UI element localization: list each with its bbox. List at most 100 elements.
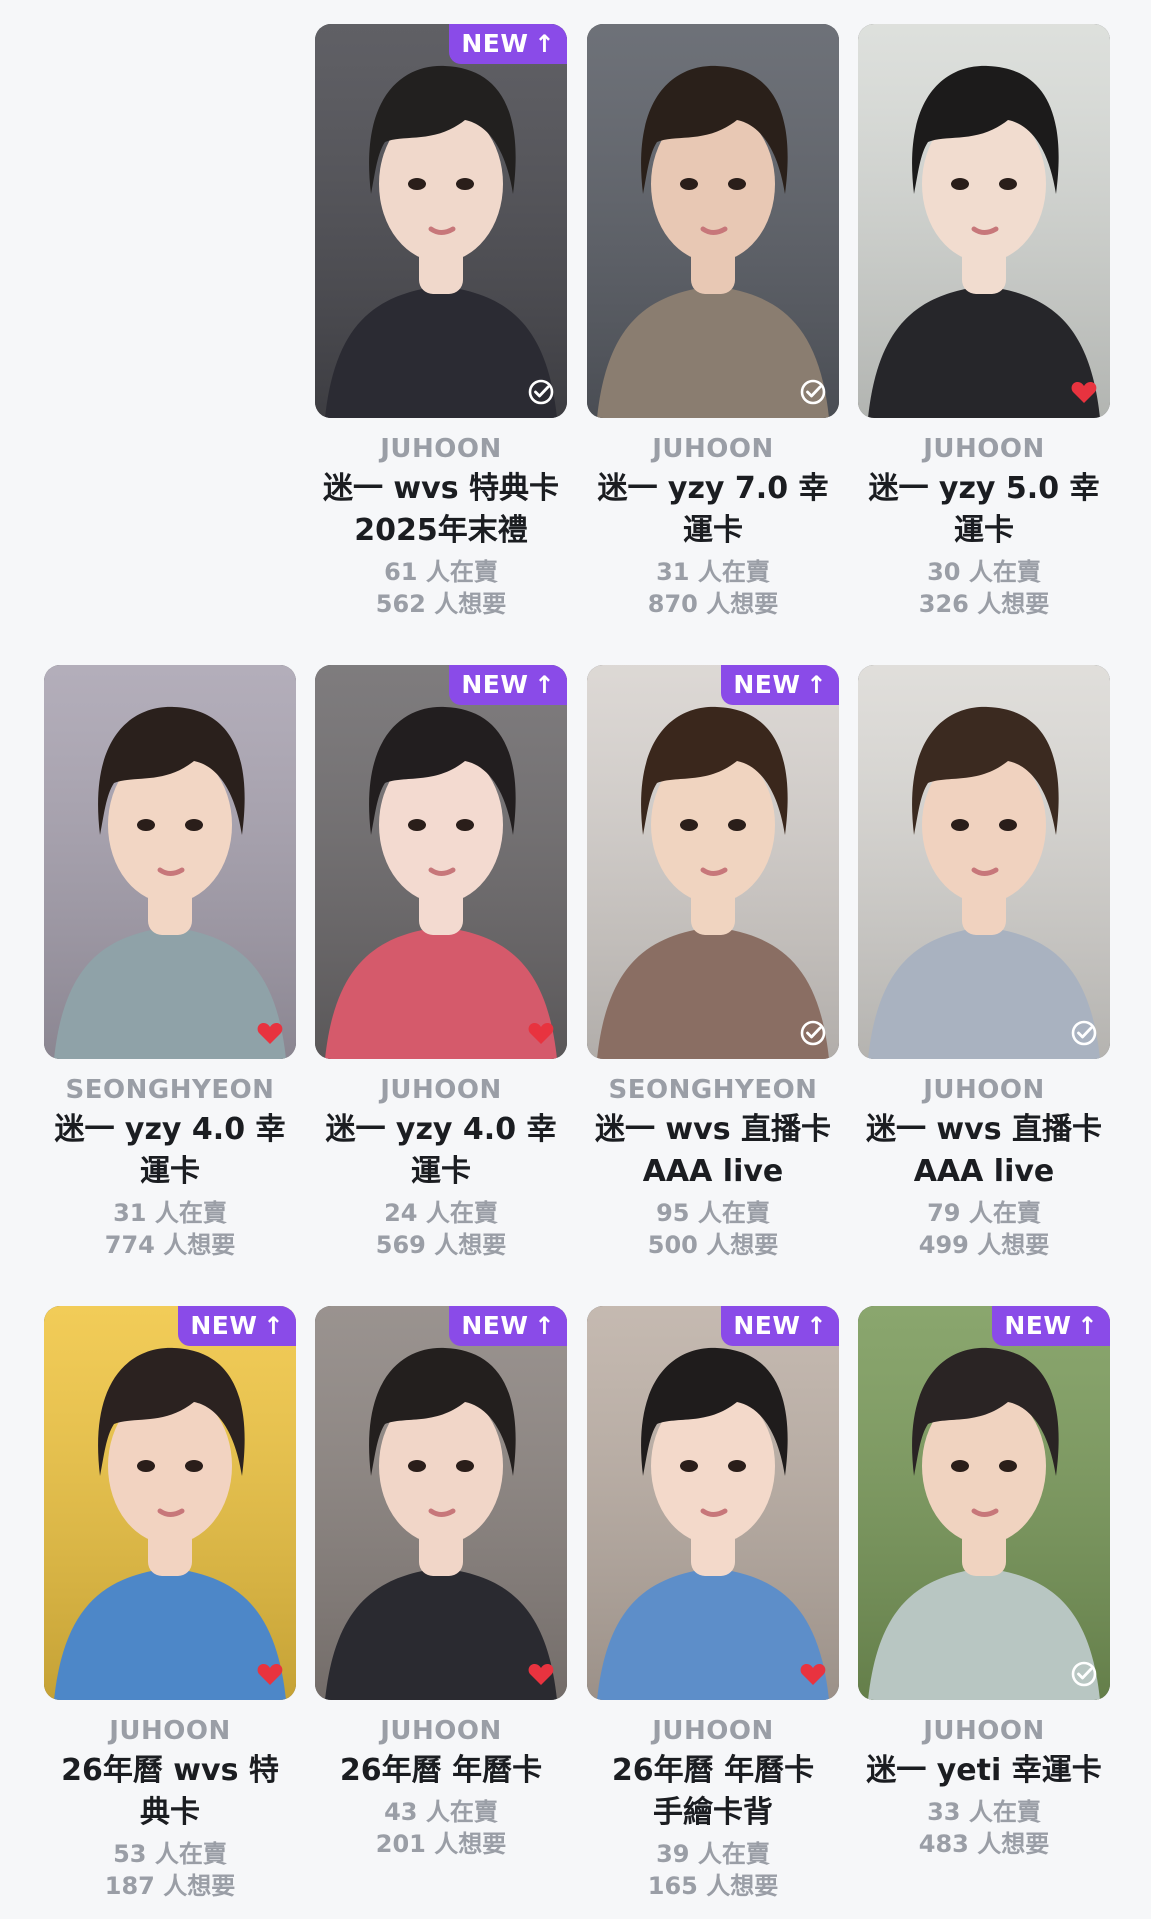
card-info: SEONGHYEON 迷一 wvs 直播卡 AAA live 95 人在賣 500 人想… (573, 1073, 853, 1261)
artist-name: JUHOON (652, 1716, 774, 1746)
card-grid: NEW ↑ JUHOON 迷一 wvs 特典卡 2025年末禮 61 人在賣 562 人想要… (0, 0, 1151, 1919)
wanted-count: 326 人想要 (918, 590, 1050, 618)
artist-name: JUHOON (109, 1716, 231, 1746)
heart-icon[interactable] (256, 1019, 284, 1047)
card-title-line[interactable]: 26年曆 年曆卡 (573, 1750, 853, 1792)
check-circle-icon[interactable] (1070, 1660, 1098, 1688)
selling-count: 53 人在賣 (113, 1840, 227, 1868)
card-title-line[interactable]: AAA live (573, 1151, 853, 1193)
portrait-illustration (587, 1306, 839, 1700)
card-title-line[interactable]: 運卡 (844, 510, 1124, 552)
card-title-line[interactable]: 運卡 (573, 510, 853, 552)
artist-name: JUHOON (923, 1075, 1045, 1105)
new-badge: NEW ↑ (992, 1306, 1110, 1346)
portrait-illustration (587, 24, 839, 418)
check-circle-icon[interactable] (1070, 1019, 1098, 1047)
card-title-line[interactable]: 2025年末禮 (301, 510, 581, 552)
card-title-line[interactable]: 迷一 yzy 4.0 幸 (301, 1109, 581, 1151)
selling-count: 95 人在賣 (656, 1199, 770, 1227)
arrow-up-icon: ↑ (263, 1311, 284, 1340)
card-photo[interactable]: NEW ↑ (587, 665, 839, 1059)
heart-icon[interactable] (527, 1660, 555, 1688)
portrait-illustration (858, 24, 1110, 418)
card-photo[interactable]: NEW ↑ (44, 1306, 296, 1700)
wanted-count: 569 人想要 (375, 1231, 507, 1259)
card-info: JUHOON 26年曆 wvs 特典卡 53 人在賣 187 人想要 (30, 1714, 310, 1902)
new-badge: NEW ↑ (178, 1306, 296, 1346)
card-title-line[interactable]: 運卡 (30, 1151, 310, 1193)
card-photo[interactable]: NEW ↑ (587, 1306, 839, 1700)
portrait-illustration (315, 665, 567, 1059)
new-badge-label: NEW (1004, 1311, 1072, 1340)
portrait-illustration (44, 665, 296, 1059)
card-title-line[interactable]: 典卡 (30, 1792, 310, 1834)
arrow-up-icon: ↑ (1077, 1311, 1098, 1340)
wanted-count: 562 人想要 (375, 590, 507, 618)
card-photo[interactable]: NEW ↑ (315, 665, 567, 1059)
wanted-count: 870 人想要 (647, 590, 779, 618)
portrait-illustration (858, 1306, 1110, 1700)
card-info: JUHOON 迷一 yzy 7.0 幸運卡 31 人在賣 870 人想要 (573, 432, 853, 620)
artist-name: SEONGHYEON (608, 1075, 818, 1105)
wanted-count: 499 人想要 (918, 1231, 1050, 1259)
arrow-up-icon: ↑ (534, 29, 555, 58)
card-photo[interactable]: NEW ↑ (858, 1306, 1110, 1700)
card-title-line[interactable]: 運卡 (301, 1151, 581, 1193)
card-info: JUHOON 迷一 yeti 幸運卡 33 人在賣 483 人想要 (844, 1714, 1124, 1860)
card-photo[interactable] (44, 665, 296, 1059)
check-circle-icon[interactable] (527, 378, 555, 406)
artist-name: JUHOON (652, 434, 774, 464)
selling-count: 33 人在賣 (927, 1798, 1041, 1826)
new-badge: NEW ↑ (721, 665, 839, 705)
card-title-line[interactable]: 迷一 wvs 直播卡 (573, 1109, 853, 1151)
selling-count: 24 人在賣 (384, 1199, 498, 1227)
wanted-count: 500 人想要 (647, 1231, 779, 1259)
card-info: JUHOON 迷一 yzy 5.0 幸運卡 30 人在賣 326 人想要 (844, 432, 1124, 620)
card-title-line[interactable]: 迷一 yeti 幸運卡 (844, 1750, 1124, 1792)
wanted-count: 483 人想要 (918, 1830, 1050, 1858)
new-badge: NEW ↑ (449, 665, 567, 705)
new-badge-label: NEW (461, 670, 529, 699)
card-info: SEONGHYEON 迷一 yzy 4.0 幸運卡 31 人在賣 774 人想要 (30, 1073, 310, 1261)
selling-count: 61 人在賣 (384, 558, 498, 586)
new-badge: NEW ↑ (449, 24, 567, 64)
card-photo[interactable]: NEW ↑ (315, 24, 567, 418)
portrait-illustration (44, 1306, 296, 1700)
card-title-line[interactable]: 迷一 wvs 特典卡 (301, 468, 581, 510)
artist-name: JUHOON (380, 434, 502, 464)
card-title-line[interactable]: 迷一 wvs 直播卡 (844, 1109, 1124, 1151)
check-circle-icon[interactable] (799, 1019, 827, 1047)
selling-count: 43 人在賣 (384, 1798, 498, 1826)
heart-icon[interactable] (527, 1019, 555, 1047)
card-photo[interactable] (858, 24, 1110, 418)
card-title-line[interactable]: AAA live (844, 1151, 1124, 1193)
card-title-line[interactable]: 26年曆 wvs 特 (30, 1750, 310, 1792)
new-badge-label: NEW (733, 670, 801, 699)
card-photo[interactable]: NEW ↑ (315, 1306, 567, 1700)
card-title-line[interactable]: 迷一 yzy 7.0 幸 (573, 468, 853, 510)
heart-icon[interactable] (799, 1660, 827, 1688)
heart-icon[interactable] (1070, 378, 1098, 406)
artist-name: SEONGHYEON (65, 1075, 275, 1105)
card-title-line[interactable]: 迷一 yzy 5.0 幸 (844, 468, 1124, 510)
wanted-count: 201 人想要 (375, 1830, 507, 1858)
wanted-count: 774 人想要 (104, 1231, 236, 1259)
new-badge: NEW ↑ (721, 1306, 839, 1346)
card-photo[interactable] (587, 24, 839, 418)
selling-count: 31 人在賣 (113, 1199, 227, 1227)
heart-icon[interactable] (256, 1660, 284, 1688)
new-badge-label: NEW (461, 1311, 529, 1340)
card-title-line[interactable]: 26年曆 年曆卡 (301, 1750, 581, 1792)
new-badge: NEW ↑ (449, 1306, 567, 1346)
card-title-line[interactable]: 手繪卡背 (573, 1792, 853, 1834)
card-info: JUHOON 迷一 wvs 直播卡 AAA live 79 人在賣 499 人想要 (844, 1073, 1124, 1261)
card-photo[interactable] (858, 665, 1110, 1059)
artist-name: JUHOON (380, 1716, 502, 1746)
card-title-line[interactable]: 迷一 yzy 4.0 幸 (30, 1109, 310, 1151)
card-info: JUHOON 迷一 wvs 特典卡 2025年末禮 61 人在賣 562 人想要 (301, 432, 581, 620)
wanted-count: 187 人想要 (104, 1872, 236, 1900)
check-circle-icon[interactable] (799, 378, 827, 406)
selling-count: 79 人在賣 (927, 1199, 1041, 1227)
arrow-up-icon: ↑ (806, 670, 827, 699)
selling-count: 30 人在賣 (927, 558, 1041, 586)
